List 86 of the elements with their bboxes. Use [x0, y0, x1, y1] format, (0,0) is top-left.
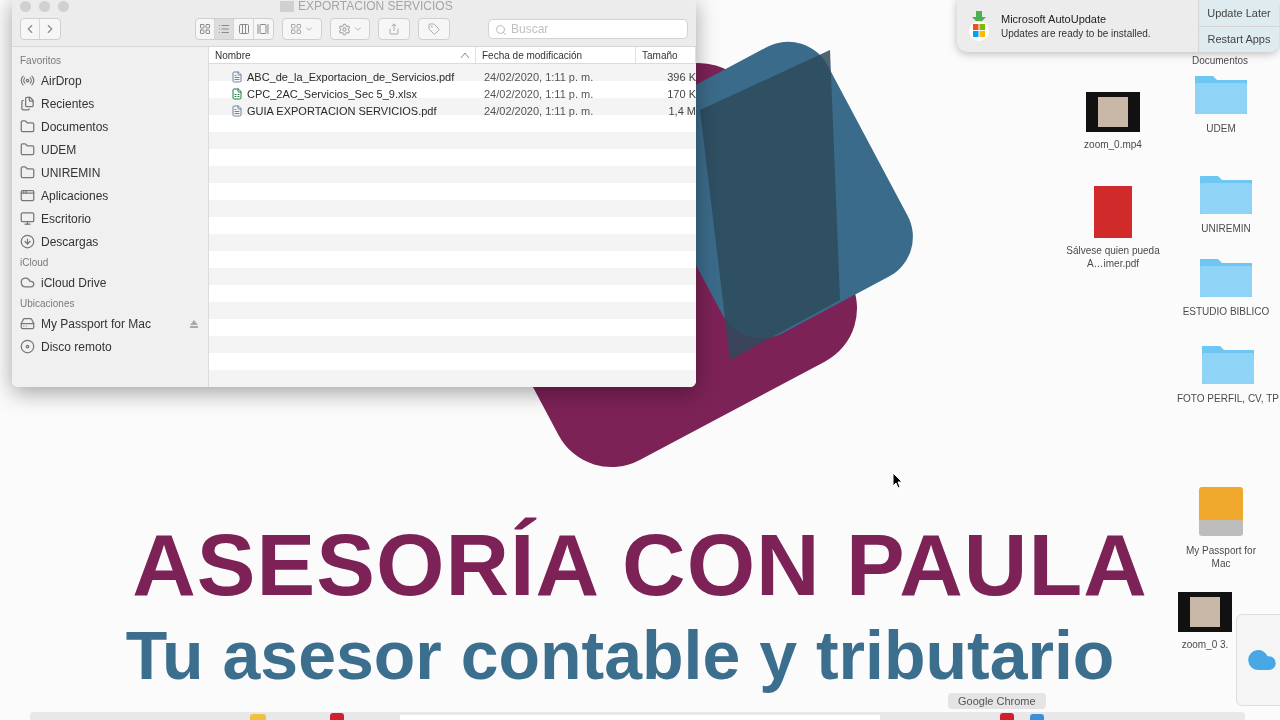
sidebar-item[interactable]: Escritorio	[20, 207, 208, 230]
sidebar-item[interactable]: Descargas	[20, 230, 208, 253]
desktop-icon-label[interactable]: zoom_0 3.	[1181, 638, 1229, 651]
desktop-icon-label[interactable]: FOTO PERFIL, CV, TP	[1176, 392, 1280, 405]
file-size: 170 K	[666, 87, 696, 100]
file-name: CPC_2AC_Servicios_Sec 5_9.xlsx	[247, 87, 417, 100]
document-file-icon	[231, 104, 243, 117]
file-row[interactable]: ABC_de_la_Exportacion_de_Servicios.pdf 24/02/2020, 1:11 p. m. 396 K	[209, 68, 696, 85]
file-name: GUIA EXPORTACION SERVICIOS.pdf	[247, 104, 437, 117]
column-header[interactable]: Tamaño	[636, 47, 696, 63]
modified-date: 24/02/2020, 1:11 p. m.	[483, 87, 595, 100]
video-thumbnail	[1086, 92, 1140, 132]
folder-icon	[20, 142, 35, 157]
minimize-button[interactable]	[39, 0, 50, 12]
app-squares-icon	[967, 11, 991, 41]
column-header[interactable]: Nombre	[209, 47, 476, 63]
caret-icon	[304, 24, 314, 34]
tag-button[interactable]	[418, 18, 450, 40]
desktop-icon-label[interactable]: zoom_0.mp4	[1084, 138, 1142, 151]
sidebar-item[interactable]: UDEM	[20, 138, 208, 161]
modified-date: 24/02/2020, 1:11 p. m.	[483, 104, 595, 117]
notification-button[interactable]: Update Later	[1199, 0, 1279, 27]
external-drive-icon	[1198, 486, 1244, 538]
cursor-icon	[893, 473, 903, 489]
sidebar-item[interactable]: Aplicaciones	[20, 184, 208, 207]
file-row[interactable]: GUIA EXPORTACION SERVICIOS.pdf 24/02/2020, 1:11 p. m. 1,4 M	[209, 102, 696, 119]
desktop-icon-label[interactable]: Sálvese quien pueda A…imer.pdf	[1058, 244, 1168, 270]
file-name: ABC_de_la_Exportacion_de_Servicios.pdf	[247, 70, 455, 83]
window-title: EXPORTACION SERVICIOS	[298, 0, 453, 13]
file-size: 1,4 M	[667, 104, 696, 117]
sort-caret-icon	[461, 52, 469, 58]
caret-icon	[352, 24, 363, 34]
sidebar-item[interactable]: AirDrop	[20, 69, 208, 92]
desktop-icon-label[interactable]: UDEM	[1206, 122, 1236, 135]
grid-icon	[290, 23, 302, 35]
sidebar-item[interactable]: My Passport for Mac	[20, 312, 208, 335]
sidebar-heading: Favoritos	[20, 55, 63, 66]
download-icon	[20, 234, 35, 249]
desktop-icon-label[interactable]: UNIREMIN	[1201, 222, 1251, 235]
documents-icon	[20, 96, 35, 111]
modified-date: 24/02/2020, 1:11 p. m.	[483, 70, 595, 83]
group-button[interactable]	[282, 18, 322, 40]
dock-tooltip: Google Chrome	[948, 693, 1046, 709]
gear-icon	[337, 22, 351, 36]
view-mode-button[interactable]	[214, 19, 235, 39]
columns-view-icon	[237, 23, 250, 35]
sidebar-heading: iCloud	[20, 257, 50, 268]
file-size: 396 K	[666, 70, 696, 83]
zoom-button[interactable]	[58, 0, 69, 12]
cloud-icon	[20, 275, 35, 290]
sidebar-item[interactable]: Documentos	[20, 115, 208, 138]
search-icon	[495, 24, 507, 36]
search-field[interactable]: Buscar	[488, 19, 688, 39]
spreadsheet-file-icon	[231, 87, 243, 100]
book-cover-placeholder	[1094, 186, 1132, 238]
sidebar-item[interactable]: Recientes	[20, 92, 208, 115]
desktop-icon-label[interactable]: Documentos	[1191, 54, 1249, 67]
share-icon	[388, 23, 400, 35]
broadcast-icon	[20, 73, 35, 88]
headline: ASESORÍA CON PAULA	[132, 514, 1148, 616]
notification-title: Microsoft AutoUpdate	[1001, 13, 1108, 25]
file-row[interactable]: CPC_2AC_Servicios_Sec 5_9.xlsx 24/02/2020, 1:11 p. m. 170 K	[209, 85, 696, 102]
action-button[interactable]	[330, 18, 370, 40]
grid-view-icon	[198, 23, 211, 35]
monitor-icon	[20, 211, 35, 226]
sidebar-heading: Ubicaciones	[20, 298, 76, 309]
sidebar-item[interactable]: Disco remoto	[20, 335, 208, 358]
column-header[interactable]: Fecha de modificación	[476, 47, 636, 63]
close-button[interactable]	[20, 0, 31, 12]
video-thumbnail	[1178, 592, 1232, 632]
folder-icon	[20, 165, 35, 180]
document-file-icon	[231, 70, 243, 83]
folder-icon	[20, 119, 35, 134]
desktop-icon-label[interactable]: ESTUDIO BIBLICO	[1182, 305, 1270, 318]
sidebar-item[interactable]: UNIREMIN	[20, 161, 208, 184]
app-window-icon	[20, 188, 35, 203]
sidebar-item[interactable]: iCloud Drive	[20, 271, 208, 294]
list-view-icon	[218, 23, 231, 35]
tag-icon	[428, 23, 440, 35]
disc-icon	[20, 339, 35, 354]
share-button[interactable]	[378, 18, 410, 40]
notification-message: Updates are ready to be installed.	[1001, 28, 1151, 39]
gallery-view-icon	[257, 23, 270, 35]
hard-drive-icon	[20, 316, 35, 331]
desktop-icon-label[interactable]: My Passport for Mac	[1181, 544, 1261, 570]
notification-button[interactable]: Restart Apps	[1199, 26, 1279, 52]
